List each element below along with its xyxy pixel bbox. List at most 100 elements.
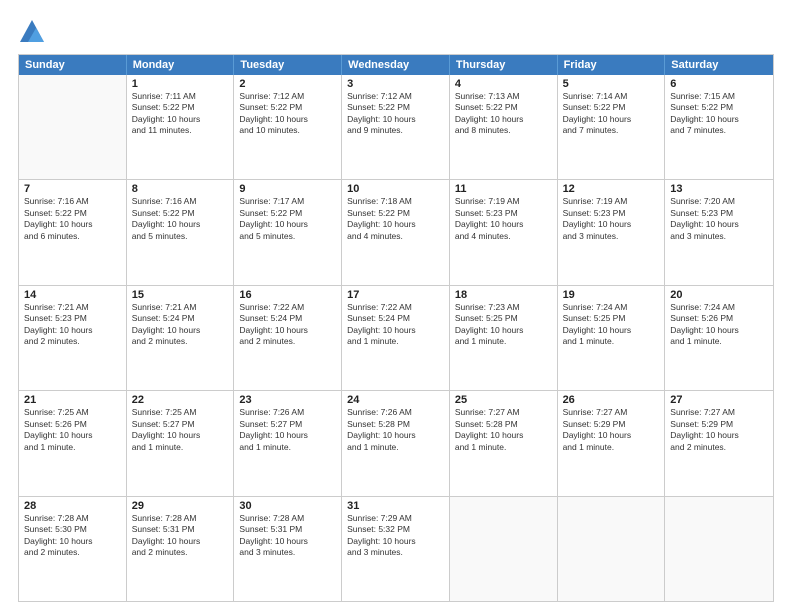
day-info: Sunrise: 7:23 AMSunset: 5:25 PMDaylight:… <box>455 302 552 348</box>
day-info: Sunrise: 7:16 AMSunset: 5:22 PMDaylight:… <box>132 196 229 242</box>
day-cell-29: 29Sunrise: 7:28 AMSunset: 5:31 PMDayligh… <box>127 497 235 601</box>
day-number: 16 <box>239 289 336 301</box>
day-number: 19 <box>563 289 660 301</box>
week-row-1: 7Sunrise: 7:16 AMSunset: 5:22 PMDaylight… <box>19 180 773 285</box>
day-info: Sunrise: 7:16 AMSunset: 5:22 PMDaylight:… <box>24 196 121 242</box>
week-row-2: 14Sunrise: 7:21 AMSunset: 5:23 PMDayligh… <box>19 286 773 391</box>
day-number: 22 <box>132 394 229 406</box>
day-info: Sunrise: 7:15 AMSunset: 5:22 PMDaylight:… <box>670 91 768 137</box>
header-day-tuesday: Tuesday <box>234 55 342 75</box>
day-info: Sunrise: 7:11 AMSunset: 5:22 PMDaylight:… <box>132 91 229 137</box>
day-cell-11: 11Sunrise: 7:19 AMSunset: 5:23 PMDayligh… <box>450 180 558 284</box>
day-number: 1 <box>132 78 229 90</box>
day-cell-23: 23Sunrise: 7:26 AMSunset: 5:27 PMDayligh… <box>234 391 342 495</box>
day-number: 18 <box>455 289 552 301</box>
day-cell-7: 7Sunrise: 7:16 AMSunset: 5:22 PMDaylight… <box>19 180 127 284</box>
day-info: Sunrise: 7:28 AMSunset: 5:30 PMDaylight:… <box>24 513 121 559</box>
day-cell-18: 18Sunrise: 7:23 AMSunset: 5:25 PMDayligh… <box>450 286 558 390</box>
day-cell-14: 14Sunrise: 7:21 AMSunset: 5:23 PMDayligh… <box>19 286 127 390</box>
day-number: 2 <box>239 78 336 90</box>
day-cell-12: 12Sunrise: 7:19 AMSunset: 5:23 PMDayligh… <box>558 180 666 284</box>
day-cell-1: 1Sunrise: 7:11 AMSunset: 5:22 PMDaylight… <box>127 75 235 179</box>
day-info: Sunrise: 7:12 AMSunset: 5:22 PMDaylight:… <box>347 91 444 137</box>
day-info: Sunrise: 7:12 AMSunset: 5:22 PMDaylight:… <box>239 91 336 137</box>
day-cell-21: 21Sunrise: 7:25 AMSunset: 5:26 PMDayligh… <box>19 391 127 495</box>
day-cell-25: 25Sunrise: 7:27 AMSunset: 5:28 PMDayligh… <box>450 391 558 495</box>
day-number: 5 <box>563 78 660 90</box>
calendar-header: SundayMondayTuesdayWednesdayThursdayFrid… <box>19 55 773 75</box>
day-number: 3 <box>347 78 444 90</box>
day-cell-5: 5Sunrise: 7:14 AMSunset: 5:22 PMDaylight… <box>558 75 666 179</box>
day-number: 28 <box>24 500 121 512</box>
day-cell-6: 6Sunrise: 7:15 AMSunset: 5:22 PMDaylight… <box>665 75 773 179</box>
day-number: 25 <box>455 394 552 406</box>
day-number: 13 <box>670 183 768 195</box>
day-info: Sunrise: 7:27 AMSunset: 5:29 PMDaylight:… <box>670 407 768 453</box>
day-number: 21 <box>24 394 121 406</box>
header-day-monday: Monday <box>127 55 235 75</box>
day-number: 30 <box>239 500 336 512</box>
day-info: Sunrise: 7:24 AMSunset: 5:26 PMDaylight:… <box>670 302 768 348</box>
day-number: 7 <box>24 183 121 195</box>
day-cell-28: 28Sunrise: 7:28 AMSunset: 5:30 PMDayligh… <box>19 497 127 601</box>
day-number: 12 <box>563 183 660 195</box>
day-number: 29 <box>132 500 229 512</box>
day-number: 10 <box>347 183 444 195</box>
day-info: Sunrise: 7:24 AMSunset: 5:25 PMDaylight:… <box>563 302 660 348</box>
day-number: 31 <box>347 500 444 512</box>
header-day-thursday: Thursday <box>450 55 558 75</box>
day-cell-31: 31Sunrise: 7:29 AMSunset: 5:32 PMDayligh… <box>342 497 450 601</box>
day-cell-30: 30Sunrise: 7:28 AMSunset: 5:31 PMDayligh… <box>234 497 342 601</box>
day-info: Sunrise: 7:13 AMSunset: 5:22 PMDaylight:… <box>455 91 552 137</box>
logo-icon <box>18 18 46 46</box>
day-info: Sunrise: 7:22 AMSunset: 5:24 PMDaylight:… <box>347 302 444 348</box>
day-number: 11 <box>455 183 552 195</box>
day-cell-13: 13Sunrise: 7:20 AMSunset: 5:23 PMDayligh… <box>665 180 773 284</box>
calendar-body: 1Sunrise: 7:11 AMSunset: 5:22 PMDaylight… <box>19 75 773 601</box>
header-day-saturday: Saturday <box>665 55 773 75</box>
day-number: 14 <box>24 289 121 301</box>
day-info: Sunrise: 7:17 AMSunset: 5:22 PMDaylight:… <box>239 196 336 242</box>
day-info: Sunrise: 7:19 AMSunset: 5:23 PMDaylight:… <box>563 196 660 242</box>
day-cell-20: 20Sunrise: 7:24 AMSunset: 5:26 PMDayligh… <box>665 286 773 390</box>
week-row-3: 21Sunrise: 7:25 AMSunset: 5:26 PMDayligh… <box>19 391 773 496</box>
week-row-0: 1Sunrise: 7:11 AMSunset: 5:22 PMDaylight… <box>19 75 773 180</box>
day-number: 26 <box>563 394 660 406</box>
day-info: Sunrise: 7:21 AMSunset: 5:23 PMDaylight:… <box>24 302 121 348</box>
day-info: Sunrise: 7:28 AMSunset: 5:31 PMDaylight:… <box>132 513 229 559</box>
day-cell-15: 15Sunrise: 7:21 AMSunset: 5:24 PMDayligh… <box>127 286 235 390</box>
day-number: 15 <box>132 289 229 301</box>
day-info: Sunrise: 7:27 AMSunset: 5:28 PMDaylight:… <box>455 407 552 453</box>
empty-cell <box>19 75 127 179</box>
day-info: Sunrise: 7:21 AMSunset: 5:24 PMDaylight:… <box>132 302 229 348</box>
day-number: 27 <box>670 394 768 406</box>
day-info: Sunrise: 7:25 AMSunset: 5:26 PMDaylight:… <box>24 407 121 453</box>
day-cell-27: 27Sunrise: 7:27 AMSunset: 5:29 PMDayligh… <box>665 391 773 495</box>
header <box>18 18 774 46</box>
day-info: Sunrise: 7:18 AMSunset: 5:22 PMDaylight:… <box>347 196 444 242</box>
day-cell-9: 9Sunrise: 7:17 AMSunset: 5:22 PMDaylight… <box>234 180 342 284</box>
header-day-friday: Friday <box>558 55 666 75</box>
day-number: 17 <box>347 289 444 301</box>
day-cell-4: 4Sunrise: 7:13 AMSunset: 5:22 PMDaylight… <box>450 75 558 179</box>
day-info: Sunrise: 7:26 AMSunset: 5:27 PMDaylight:… <box>239 407 336 453</box>
empty-cell <box>558 497 666 601</box>
day-cell-16: 16Sunrise: 7:22 AMSunset: 5:24 PMDayligh… <box>234 286 342 390</box>
day-info: Sunrise: 7:19 AMSunset: 5:23 PMDaylight:… <box>455 196 552 242</box>
empty-cell <box>665 497 773 601</box>
logo <box>18 18 50 46</box>
empty-cell <box>450 497 558 601</box>
day-cell-24: 24Sunrise: 7:26 AMSunset: 5:28 PMDayligh… <box>342 391 450 495</box>
day-info: Sunrise: 7:28 AMSunset: 5:31 PMDaylight:… <box>239 513 336 559</box>
day-cell-22: 22Sunrise: 7:25 AMSunset: 5:27 PMDayligh… <box>127 391 235 495</box>
day-info: Sunrise: 7:22 AMSunset: 5:24 PMDaylight:… <box>239 302 336 348</box>
header-day-sunday: Sunday <box>19 55 127 75</box>
day-info: Sunrise: 7:20 AMSunset: 5:23 PMDaylight:… <box>670 196 768 242</box>
day-number: 23 <box>239 394 336 406</box>
header-day-wednesday: Wednesday <box>342 55 450 75</box>
day-info: Sunrise: 7:27 AMSunset: 5:29 PMDaylight:… <box>563 407 660 453</box>
day-cell-3: 3Sunrise: 7:12 AMSunset: 5:22 PMDaylight… <box>342 75 450 179</box>
day-number: 20 <box>670 289 768 301</box>
day-cell-17: 17Sunrise: 7:22 AMSunset: 5:24 PMDayligh… <box>342 286 450 390</box>
day-cell-8: 8Sunrise: 7:16 AMSunset: 5:22 PMDaylight… <box>127 180 235 284</box>
